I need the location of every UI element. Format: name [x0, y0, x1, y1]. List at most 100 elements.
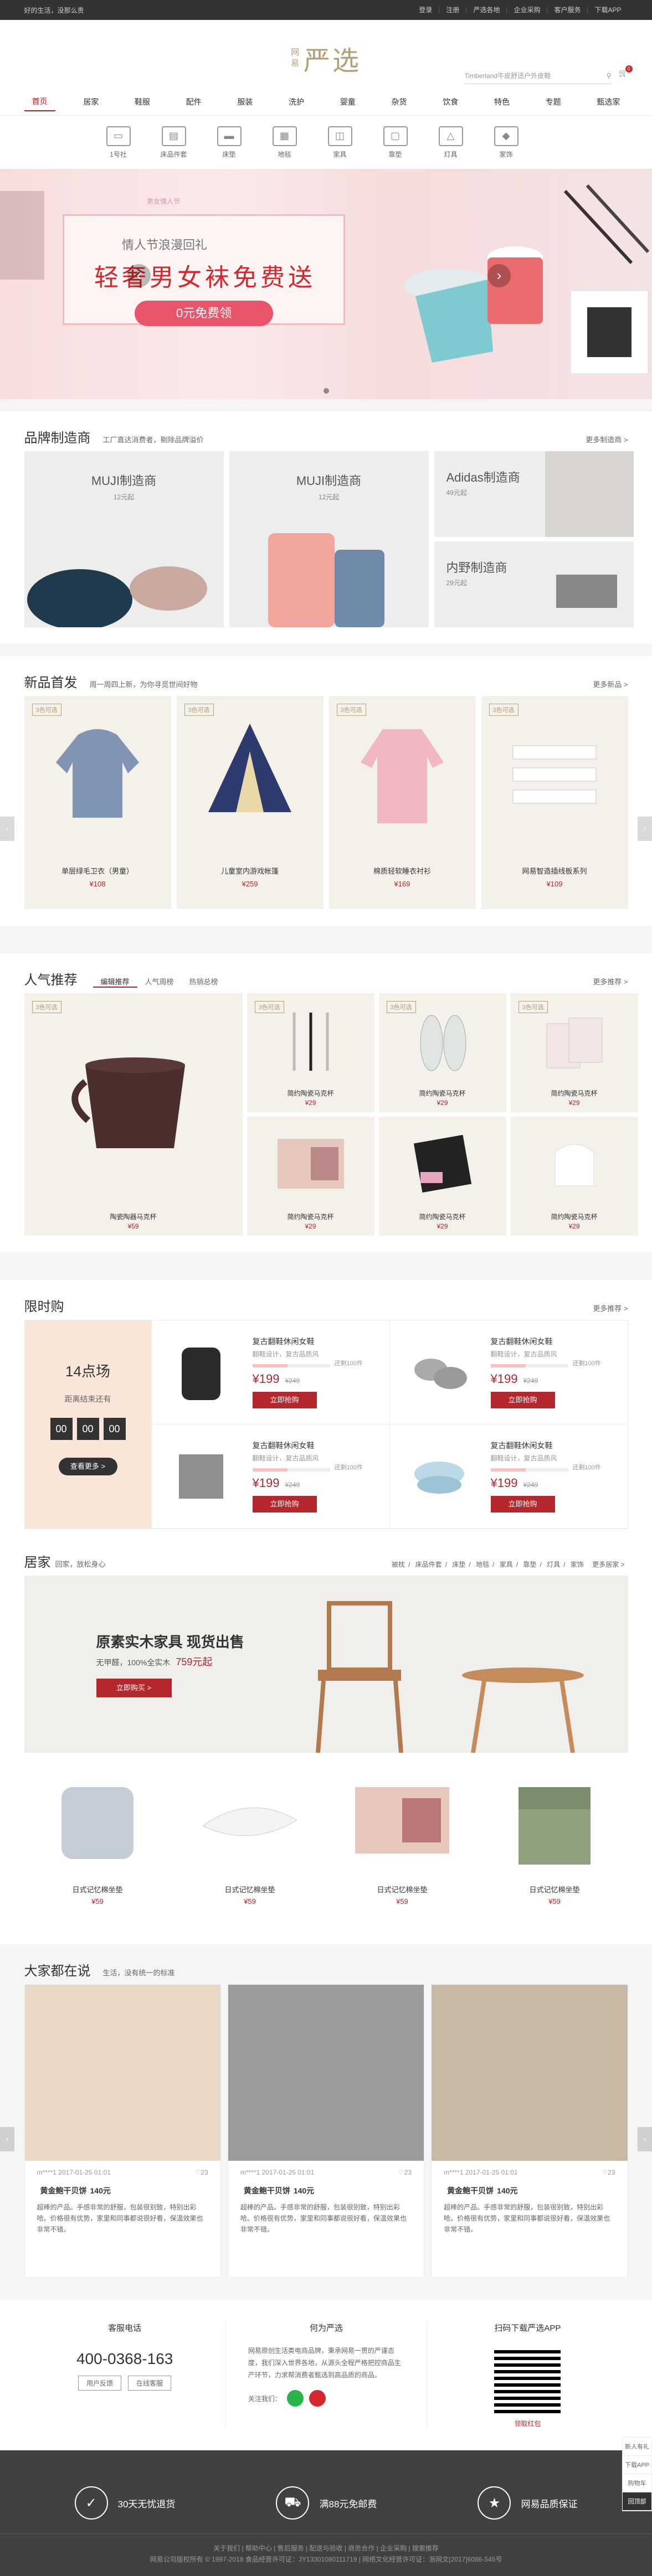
wechat-icon[interactable] — [286, 2390, 304, 2407]
category-link[interactable]: 家饰 — [567, 1561, 587, 1568]
subnav-item[interactable]: ▦ 地毯 — [257, 126, 312, 159]
prev-arrow[interactable]: ‹ — [0, 817, 14, 841]
feedback-button[interactable]: 用户反馈 — [78, 2376, 122, 2391]
more-link[interactable]: 更多居家 > — [589, 1561, 628, 1568]
more-link[interactable]: 更多推荐 > — [593, 1303, 628, 1313]
flash-item[interactable]: 复古翻鞋休闲女鞋 翻鞋设计，复古品质风 还剩100件 ¥199 ¥249 立即抢购 — [389, 1424, 628, 1529]
review-card[interactable]: m****1 2017-01-25 01:01 ♡23 黄金鲍干贝饼 140元 超棒… — [431, 1984, 628, 2278]
back-to-top-button[interactable]: 回顶部 — [623, 2492, 651, 2511]
subnav-item[interactable]: ◫ 家具 — [312, 126, 368, 159]
product-card[interactable]: 日式记忆棉坐垫 ¥59 — [328, 1762, 476, 1928]
enterprise-link[interactable]: 企业采购 — [506, 7, 547, 13]
banner-next-arrow[interactable]: › — [487, 264, 511, 287]
cart-button[interactable]: 🛒 0 — [619, 65, 633, 78]
banner-prev-arrow[interactable]: ‹ — [127, 264, 151, 287]
category-link[interactable]: 地毯 — [473, 1561, 492, 1568]
product-card[interactable]: 3色可选 陶瓷陶器马克杯 ¥59 — [24, 993, 243, 1236]
furniture-banner[interactable]: 原素实木家具 现货出售 无甲醛，100%全实木 759元起 立即购买 > — [24, 1576, 628, 1753]
brand-card[interactable]: Adidas制造商 49元起 — [434, 451, 634, 537]
search-input[interactable]: Timberland牛皮舒适户外皮鞋 — [465, 71, 551, 80]
tab-editor[interactable]: 编辑推荐 — [93, 976, 137, 988]
subnav-item[interactable]: ◆ 家饰 — [479, 126, 534, 159]
product-card[interactable]: 3色可选 简约陶瓷马克杯 ¥29 — [247, 993, 374, 1112]
more-link[interactable]: 更多新品 > — [593, 679, 628, 689]
prev-arrow[interactable]: ‹ — [0, 2127, 14, 2151]
category-link[interactable]: 家具 — [496, 1561, 516, 1568]
review-card[interactable]: m****1 2017-01-25 01:01 ♡23 黄金鲍干贝饼 140元 超棒… — [24, 1984, 221, 2278]
hero-banner[interactable]: 情人节浪漫回礼 轻奢男女袜免费送 0元免费领 男女情人节 ‹ › — [0, 169, 652, 399]
login-link[interactable]: 登录 — [412, 7, 439, 13]
product-card[interactable]: 3色可选 单层绿毛卫衣（男童） ¥108 — [24, 696, 171, 909]
buy-now-button[interactable]: 立即购买 > — [96, 1679, 172, 1697]
banner-dot[interactable] — [323, 388, 329, 394]
like-count[interactable]: ♡23 — [195, 2169, 208, 2176]
nav-care[interactable]: 洗护 — [281, 93, 312, 111]
nav-home[interactable]: 首页 — [24, 92, 55, 111]
subnav-item[interactable]: ▭ 1号社 — [91, 126, 146, 159]
product-card[interactable]: 3色可选 网易智造插线板系列 ¥109 — [481, 696, 628, 909]
weibo-icon[interactable] — [309, 2390, 326, 2407]
product-card[interactable]: 简约陶瓷马克杯 ¥29 — [378, 1117, 506, 1236]
service-link[interactable]: 客户服务 — [547, 7, 587, 13]
buy-now-button[interactable]: 立即抢购 — [490, 1392, 555, 1408]
download-app-button[interactable]: 下载APP — [623, 2456, 651, 2474]
buy-now-button[interactable]: 立即抢购 — [252, 1392, 317, 1408]
next-arrow[interactable]: › — [638, 2127, 652, 2151]
tab-weekly[interactable]: 人气周榜 — [137, 976, 182, 988]
subnav-item[interactable]: ▬ 床垫 — [202, 126, 257, 159]
logo[interactable]: 网易 严选 — [291, 39, 361, 78]
footer-links[interactable]: 关于我们 | 帮助中心 | 售后服务 | 配送与验收 | 商务合作 | 企业采购… — [0, 2543, 652, 2554]
brand-card[interactable]: 内野制造商 29元起 — [434, 541, 634, 627]
nav-clothing[interactable]: 服装 — [229, 93, 260, 111]
tab-bestseller[interactable]: 热销总榜 — [182, 976, 226, 988]
product-card[interactable]: 简约陶瓷马克杯 ¥29 — [247, 1117, 374, 1236]
nav-baby[interactable]: 婴童 — [332, 93, 363, 111]
product-card[interactable]: 3色可选 儿童室内游戏帐篷 ¥259 — [176, 696, 324, 909]
category-link[interactable]: 床垫 — [449, 1561, 469, 1568]
online-service-button[interactable]: 在线客服 — [128, 2376, 172, 2391]
like-count[interactable]: ♡23 — [398, 2169, 412, 2176]
product-card[interactable]: 3色可选 简约陶瓷马克杯 ¥29 — [378, 993, 506, 1112]
brand-card[interactable]: MUJI制造商 12元起 — [229, 451, 429, 627]
register-link[interactable]: 注册 — [439, 7, 466, 13]
free-claim-button[interactable]: 0元免费领 — [135, 301, 273, 326]
regions-link[interactable]: 严选各地 — [466, 7, 506, 13]
nav-misc[interactable]: 杂货 — [384, 93, 415, 111]
nav-picks[interactable]: 甄选家 — [589, 93, 628, 111]
search-box[interactable]: Timberland牛皮舒适户外皮鞋 ⚲ — [464, 68, 612, 84]
flash-item[interactable]: 复古翻鞋休闲女鞋 翻鞋设计，复古品质风 还剩100件 ¥199 ¥249 立即抢购 — [151, 1320, 389, 1424]
category-link[interactable]: 灯具 — [543, 1561, 563, 1568]
buy-now-button[interactable]: 立即抢购 — [252, 1496, 317, 1512]
more-link[interactable]: 更多推荐 > — [593, 976, 628, 987]
next-arrow[interactable]: › — [638, 817, 652, 841]
view-more-button[interactable]: 查看更多 > — [58, 1458, 117, 1475]
product-card[interactable]: 日式记忆棉坐垫 ¥59 — [176, 1762, 324, 1928]
nav-accessories[interactable]: 配件 — [178, 93, 209, 111]
more-link[interactable]: 更多制造商 > — [586, 434, 628, 445]
category-link[interactable]: 床品件套 — [412, 1561, 445, 1568]
download-app-link[interactable]: 下载APP — [587, 7, 628, 13]
subnav-item[interactable]: △ 灯具 — [423, 126, 479, 159]
nav-special[interactable]: 特色 — [486, 93, 517, 111]
category-link[interactable]: 靠垫 — [520, 1561, 540, 1568]
product-card[interactable]: 日式记忆棉坐垫 ¥59 — [24, 1762, 171, 1928]
review-card[interactable]: m****1 2017-01-25 01:01 ♡23 黄金鲍干贝饼 140元 超棒… — [227, 1984, 425, 2278]
nav-home-living[interactable]: 居家 — [75, 93, 106, 111]
subnav-item[interactable]: ▢ 靠垫 — [368, 126, 423, 159]
buy-now-button[interactable]: 立即抢购 — [490, 1496, 555, 1512]
flash-item[interactable]: 复古翻鞋休闲女鞋 翻鞋设计，复古品质风 还剩100件 ¥199 ¥249 立即抢购 — [151, 1424, 389, 1529]
brand-card[interactable]: MUJI制造商 12元起 — [24, 451, 224, 627]
new-user-gift-button[interactable]: 新人有礼 — [623, 2438, 651, 2456]
product-card[interactable]: 3色可选 棉质轻软睡衣衬衫 ¥169 — [328, 696, 476, 909]
like-count[interactable]: ♡23 — [602, 2169, 615, 2176]
nav-food[interactable]: 饮食 — [435, 93, 466, 111]
cart-shortcut-button[interactable]: 购物车 — [623, 2474, 651, 2492]
flash-item[interactable]: 复古翻鞋休闲女鞋 翻鞋设计，复古品质风 还剩100件 ¥199 ¥249 立即抢购 — [389, 1320, 628, 1424]
search-icon[interactable]: ⚲ — [607, 72, 612, 80]
nav-shoes[interactable]: 鞋服 — [127, 93, 158, 111]
subnav-item[interactable]: ▤ 床品件套 — [146, 126, 202, 159]
product-card[interactable]: 简约陶瓷马克杯 ¥29 — [510, 1117, 638, 1236]
product-card[interactable]: 3色可选 简约陶瓷马克杯 ¥29 — [510, 993, 638, 1112]
product-card[interactable]: 日式记忆棉坐垫 ¥59 — [481, 1762, 628, 1928]
category-link[interactable]: 被枕 — [388, 1561, 408, 1568]
